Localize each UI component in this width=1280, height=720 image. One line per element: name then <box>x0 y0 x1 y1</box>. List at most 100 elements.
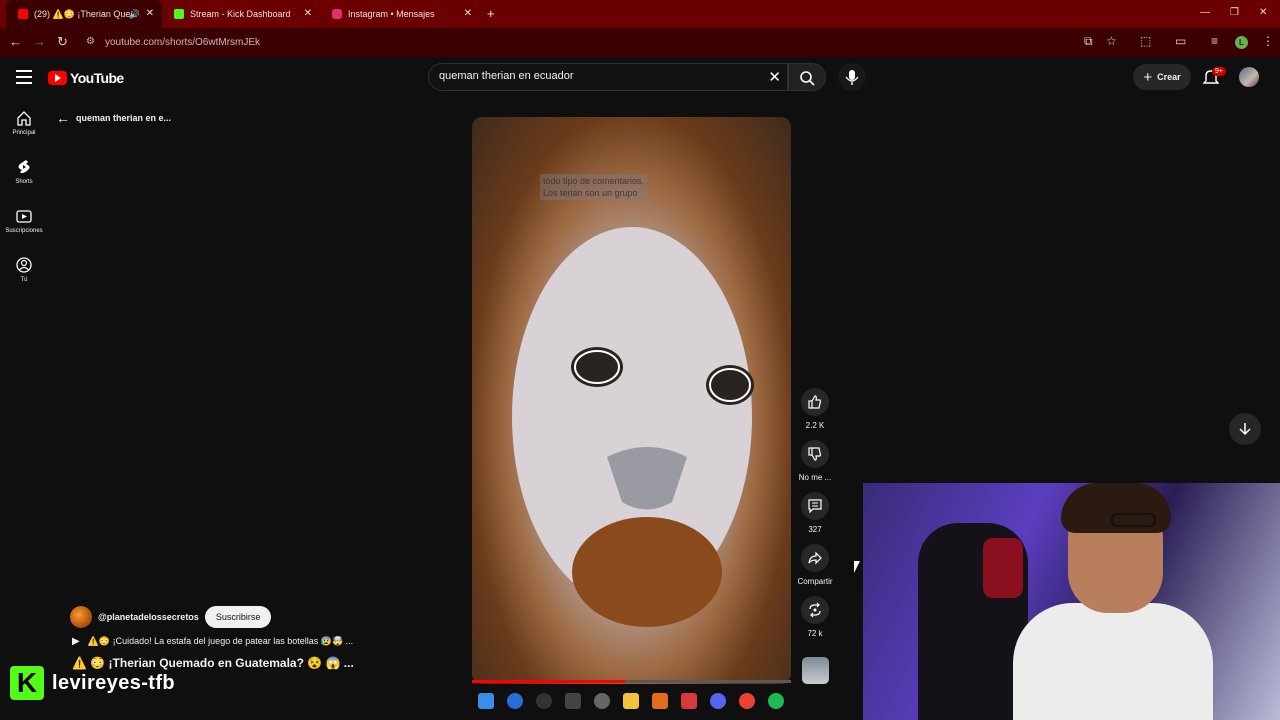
channel-avatar[interactable] <box>70 606 92 628</box>
windows-start-icon[interactable] <box>478 693 494 709</box>
video-progress-bar[interactable] <box>472 680 791 683</box>
account-avatar[interactable] <box>1239 67 1259 87</box>
search-icon <box>800 71 815 86</box>
caption-line: Los terian son un grupo <box>543 188 638 198</box>
more-menu-icon[interactable]: ⋮ <box>1262 34 1274 48</box>
video-caption: todo tipo de comentarios. Los terian son… <box>540 174 648 200</box>
reload-icon[interactable]: ↻ <box>57 34 68 50</box>
clear-search-icon[interactable]: ✕ <box>768 68 781 86</box>
back-arrow-icon: ← <box>56 110 70 126</box>
streamer-glasses <box>1111 513 1156 527</box>
lion-mask-image <box>512 227 754 627</box>
forward-icon[interactable]: → <box>33 34 46 49</box>
mouse-cursor-icon <box>854 561 860 573</box>
speaker-icon[interactable]: 🔊 <box>129 9 140 20</box>
sidebar-item-label: Suscripciones <box>5 228 43 234</box>
progress-fill <box>472 680 626 683</box>
close-tab-icon[interactable]: ✕ <box>304 8 312 20</box>
next-short-button[interactable] <box>1229 413 1261 445</box>
related-video-link[interactable]: ▶ ⚠️😳 ¡Cuidado! La estafa del juego de pa… <box>72 636 353 647</box>
logo-text: YouTube <box>70 70 124 86</box>
create-button[interactable]: + Crear <box>1133 64 1191 90</box>
install-icon[interactable]: ⧉ <box>1084 34 1093 49</box>
bookmark-star-icon[interactable]: ☆ <box>1106 34 1117 48</box>
subscribe-button[interactable]: Suscribirse <box>204 606 272 628</box>
close-tab-icon[interactable]: ✕ <box>464 8 472 20</box>
chrome-icon[interactable] <box>739 693 755 709</box>
kick-logo: K <box>10 666 44 700</box>
browser-profile-avatar[interactable]: L <box>1235 36 1248 49</box>
obs-icon[interactable] <box>536 693 552 709</box>
recorder-icon[interactable] <box>681 693 697 709</box>
tab-label: (29) ⚠️😳 ¡Therian Quemad <box>34 8 134 19</box>
webcam-overlay <box>863 483 1280 720</box>
tab-label: Instagram • Mensajes <box>348 9 435 19</box>
new-tab-button[interactable]: + <box>487 6 495 21</box>
file-explorer-icon[interactable] <box>623 693 639 709</box>
share-button[interactable]: Compartir <box>795 544 835 586</box>
browser-tab-bar: (29) ⚠️😳 ¡Therian Quemad 🔊 ✕ Stream - Ki… <box>0 0 1280 28</box>
instagram-favicon-icon <box>332 9 342 19</box>
tab-kick[interactable]: Stream - Kick Dashboard ✕ <box>162 0 320 28</box>
share-icon <box>808 551 822 565</box>
back-label: queman therian en e... <box>76 113 172 123</box>
voice-search-button[interactable] <box>838 63 866 91</box>
youtube-play-icon <box>48 71 67 85</box>
back-to-search[interactable]: ← queman therian en e... <box>56 110 171 126</box>
tab-instagram[interactable]: Instagram • Mensajes ✕ <box>320 0 480 28</box>
app-icon[interactable] <box>565 693 581 709</box>
sidebar-item-label: Shorts <box>15 179 33 185</box>
sidebar-item-subscriptions[interactable]: Suscripciones <box>0 208 48 234</box>
minimize-icon[interactable]: — <box>1200 7 1210 18</box>
like-button[interactable]: 2.2 K <box>795 388 835 430</box>
brave-icon[interactable] <box>652 693 668 709</box>
extensions-icon[interactable]: ⬚ <box>1140 34 1151 48</box>
address-bar: ← → ↻ ⚙ youtube.com/shorts/O6wtMrsmJEk ⧉… <box>0 28 1280 57</box>
discord-icon[interactable] <box>710 693 726 709</box>
streamer-name: levireyes-tfb <box>52 671 176 694</box>
related-video-title: ⚠️😳 ¡Cuidado! La estafa del juego de pat… <box>87 636 354 646</box>
media-controls-icon[interactable]: ≡ <box>1211 34 1218 48</box>
cast-icon[interactable]: ▭ <box>1175 34 1186 48</box>
dislike-button[interactable]: No me ... <box>795 440 835 482</box>
site-info-icon[interactable]: ⚙ <box>86 36 95 47</box>
caption-line: todo tipo de comentarios. <box>543 176 645 186</box>
remix-count: 72 k <box>807 629 823 638</box>
short-video-player[interactable] <box>472 117 791 684</box>
back-icon[interactable]: ← <box>9 34 22 49</box>
hamburger-menu-icon[interactable] <box>16 70 32 84</box>
comments-button[interactable]: 327 <box>795 492 835 534</box>
url-text[interactable]: youtube.com/shorts/O6wtMrsmJEk <box>105 37 260 48</box>
you-icon <box>16 257 32 273</box>
shorts-icon <box>18 160 30 174</box>
settings-app-icon[interactable] <box>594 693 610 709</box>
remix-button[interactable]: 72 k <box>795 596 835 638</box>
notification-badge: 9+ <box>1212 67 1226 76</box>
restore-icon[interactable]: ❐ <box>1230 7 1239 18</box>
kick-favicon-icon <box>174 9 184 19</box>
search-input[interactable] <box>439 70 759 82</box>
sidebar-item-you[interactable]: Tú <box>0 257 48 283</box>
close-window-icon[interactable]: ✕ <box>1259 7 1267 18</box>
tab-label: Stream - Kick Dashboard <box>190 9 291 19</box>
plus-icon: + <box>1143 68 1153 86</box>
sound-thumbnail[interactable] <box>802 657 829 684</box>
sidebar-item-shorts[interactable]: Shorts <box>0 159 48 185</box>
search-box[interactable]: ✕ <box>428 63 788 91</box>
youtube-logo[interactable]: YouTube <box>48 70 124 86</box>
edge-icon[interactable] <box>507 693 523 709</box>
tab-youtube[interactable]: (29) ⚠️😳 ¡Therian Quemad 🔊 ✕ <box>6 0 162 28</box>
sidebar-item-principal[interactable]: Principal <box>0 110 48 136</box>
spotify-icon[interactable] <box>768 693 784 709</box>
comment-icon <box>808 499 822 513</box>
microphone-icon <box>845 70 859 85</box>
channel-name[interactable]: @planetadelossecretos <box>98 612 199 622</box>
windows-taskbar <box>478 693 797 709</box>
dislike-icon <box>808 447 822 461</box>
search-button[interactable] <box>788 63 826 91</box>
home-icon <box>17 111 31 126</box>
sidebar-item-label: Tú <box>20 277 28 283</box>
close-tab-icon[interactable]: ✕ <box>146 8 154 20</box>
create-label: Crear <box>1157 72 1181 82</box>
share-label: Compartir <box>797 577 833 586</box>
